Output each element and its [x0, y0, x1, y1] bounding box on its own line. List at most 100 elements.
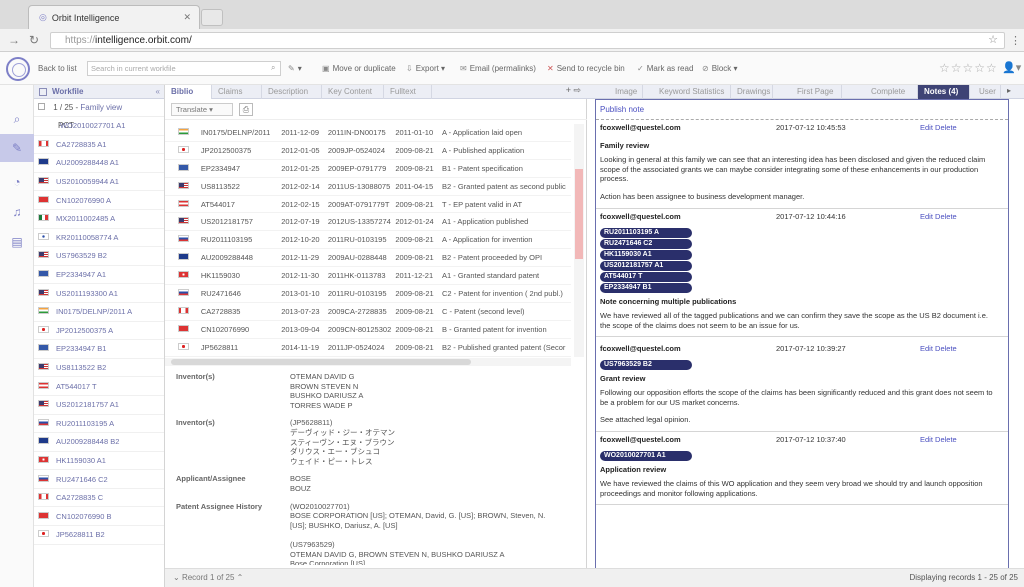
edit-note-link[interactable]: Edit	[920, 212, 933, 221]
tab-scroll-icon[interactable]: ▸	[1007, 86, 1011, 95]
tab-keyword-statistics[interactable]: Keyword Statistics	[653, 85, 731, 99]
workfile-item[interactable]: US2010059944 A1	[34, 173, 164, 192]
workfile-item[interactable]: RU2011103195 A	[34, 415, 164, 434]
tab-complete[interactable]: Complete	[865, 85, 918, 99]
edit-note-link[interactable]: Edit	[920, 435, 933, 444]
table-row[interactable]: JP20125003752012-01-052009JP-05240242009…	[165, 142, 571, 160]
tab-user[interactable]: User	[973, 85, 1001, 99]
publications-vscroll[interactable]	[574, 124, 584, 357]
address-bar[interactable]: https://intelligence.orbit.com/ ☆	[50, 32, 1005, 49]
publication-tag[interactable]: HK1159030 A1	[600, 250, 692, 260]
analytics-rail-icon[interactable]: ◔	[0, 168, 34, 196]
delete-note-link[interactable]: Delete	[935, 344, 957, 353]
workfile-item[interactable]: MX2011002485 A	[34, 210, 164, 229]
table-row[interactable]: EP23349472012-01-252009EP-07917792009-08…	[165, 160, 571, 178]
publication-tag[interactable]: AT544017 T	[600, 272, 692, 282]
workfile-item[interactable]: PCTWO2010027701 A1	[34, 117, 164, 136]
delete-note-link[interactable]: Delete	[935, 212, 957, 221]
table-row[interactable]: RU24716462013-01-102011RU-01031952009-08…	[165, 285, 571, 303]
workfile-item[interactable]: JP2012500375 A	[34, 322, 164, 341]
workfile-item[interactable]: CA2728835 A1	[34, 136, 164, 155]
user-icon[interactable]: 👤▾	[1002, 61, 1021, 74]
table-row[interactable]: CA27288352013-07-232009CA-27288352009-08…	[165, 303, 571, 321]
search-rail-icon[interactable]: ⌕	[0, 105, 34, 133]
family-view-link[interactable]: Family view	[80, 103, 122, 112]
tab-description[interactable]: Description	[262, 85, 322, 99]
workfile-search-input[interactable]: Search in current workfile	[87, 61, 281, 76]
tab-biblio[interactable]: Biblio	[165, 85, 212, 99]
workfile-item[interactable]: CN102076990 A	[34, 191, 164, 210]
table-row[interactable]: US81135222012-02-142011US-130880752011-0…	[165, 178, 571, 196]
delete-note-link[interactable]: Delete	[935, 123, 957, 132]
table-row[interactable]: AU20092884482012-11-292009AU-02884482009…	[165, 249, 571, 267]
tab-notes[interactable]: Notes (4)	[918, 85, 970, 99]
table-row[interactable]: HK11590302012-11-302011HK-01137832011-12…	[165, 267, 571, 285]
search-icon[interactable]: ⌕	[271, 63, 275, 73]
workfile-item[interactable]: US2012181757 A1	[34, 396, 164, 415]
tab-claims[interactable]: Claims	[212, 85, 262, 99]
delete-note-link[interactable]: Delete	[935, 435, 957, 444]
workfile-item[interactable]: AT544017 T	[34, 377, 164, 396]
chevron-down-icon[interactable]: ⌄	[173, 573, 180, 582]
print-icon[interactable]: ⎙	[239, 103, 253, 116]
publication-tag[interactable]: EP2334947 B1	[600, 283, 692, 293]
close-tab-icon[interactable]: ✕	[183, 12, 191, 23]
workfile-item[interactable]: US8113522 B2	[34, 359, 164, 378]
hscroll-thumb[interactable]	[171, 359, 471, 365]
chevron-up-icon[interactable]: ⌃	[237, 573, 244, 582]
workfile-item[interactable]: EP2334947 B1	[34, 340, 164, 359]
highlight-tool-button[interactable]: ✎▾	[288, 64, 302, 73]
workfile-item[interactable]: US2011193300 A1	[34, 284, 164, 303]
browser-menu-icon[interactable]: ⋮	[1010, 34, 1021, 47]
edit-note-link[interactable]: Edit	[920, 123, 933, 132]
workfile-item[interactable]: EP2334947 A1	[34, 266, 164, 285]
workfile-item[interactable]: KR20110058774 A	[34, 229, 164, 248]
workfile-item[interactable]: HK1159030 A1	[34, 452, 164, 471]
tab-fulltext[interactable]: Fulltext	[384, 85, 432, 99]
workfile-item[interactable]: CN102076990 B	[34, 507, 164, 526]
publication-tag[interactable]: RU2011103195 A	[600, 228, 692, 238]
document-rail-icon[interactable]: ▤	[0, 228, 34, 256]
scroll-thumb[interactable]	[575, 169, 583, 259]
workfile-item[interactable]: AU2009288448 B2	[34, 433, 164, 452]
bookmark-star-icon[interactable]: ☆	[988, 33, 998, 48]
translate-button[interactable]: Translate ▾	[171, 103, 233, 116]
publication-tag[interactable]: WO2010027701 A1	[600, 451, 692, 461]
table-row[interactable]: US20121817572012-07-192012US-13357274201…	[165, 213, 571, 231]
tab-image[interactable]: Image	[609, 85, 643, 99]
tab-drawings[interactable]: Drawings	[731, 85, 773, 99]
edit-rail-icon[interactable]: ✎	[0, 134, 34, 162]
table-row[interactable]: AT5440172012-02-152009AT-0791779T2009-08…	[165, 196, 571, 214]
publication-tag[interactable]: US7963529 B2	[600, 360, 692, 370]
workfile-item[interactable]: JP5628811 B2	[34, 526, 164, 545]
workfile-item[interactable]: RU2471646 C2	[34, 470, 164, 489]
workfile-item[interactable]: AU2009288448 A1	[34, 154, 164, 173]
recycle-button[interactable]: ✕Send to recycle bin	[547, 64, 625, 73]
workfile-item[interactable]: IN0175/DELNP/2011 A	[34, 303, 164, 322]
table-row[interactable]: JP56288112014-11-192011JP-05240242009-08…	[165, 339, 571, 357]
tab-key-content[interactable]: Key Content	[322, 85, 384, 99]
orbit-logo-icon[interactable]	[6, 57, 30, 81]
publish-note-link[interactable]: Publish note	[600, 105, 644, 114]
workfile-item[interactable]: CA2728835 C	[34, 489, 164, 508]
browser-tab[interactable]: ◎ Orbit Intelligence ✕	[28, 5, 200, 29]
alerts-bell-icon[interactable]: ♫	[0, 198, 34, 226]
workfile-item[interactable]: US7963529 B2	[34, 247, 164, 266]
checkbox-icon[interactable]	[38, 103, 45, 110]
block-button[interactable]: ⊘Block ▾	[702, 64, 738, 73]
export-button[interactable]: ⇩Export ▾	[406, 64, 445, 73]
table-row[interactable]: CN1020769902013-09-042009CN-801253022009…	[165, 321, 571, 339]
rating-stars[interactable]: ☆☆☆☆☆	[939, 61, 998, 75]
move-duplicate-button[interactable]: ▣Move or duplicate	[322, 64, 396, 73]
table-row[interactable]: IN0175/DELNP/20112011-12-092011IN-DN0017…	[165, 124, 571, 142]
mark-read-button[interactable]: ✓Mark as read	[637, 64, 693, 73]
collapse-icon[interactable]: «	[156, 85, 160, 98]
publications-hscroll[interactable]	[165, 358, 571, 366]
email-button[interactable]: ✉Email (permalinks)	[460, 64, 536, 73]
publication-tag[interactable]: RU2471646 C2	[600, 239, 692, 249]
publication-tag[interactable]: US2012181757 A1	[600, 261, 692, 271]
table-row[interactable]: RU20111031952012-10-202011RU-01031952009…	[165, 231, 571, 249]
new-tab-button[interactable]	[201, 9, 223, 26]
reload-icon[interactable]: ↻	[29, 33, 39, 47]
edit-note-link[interactable]: Edit	[920, 344, 933, 353]
